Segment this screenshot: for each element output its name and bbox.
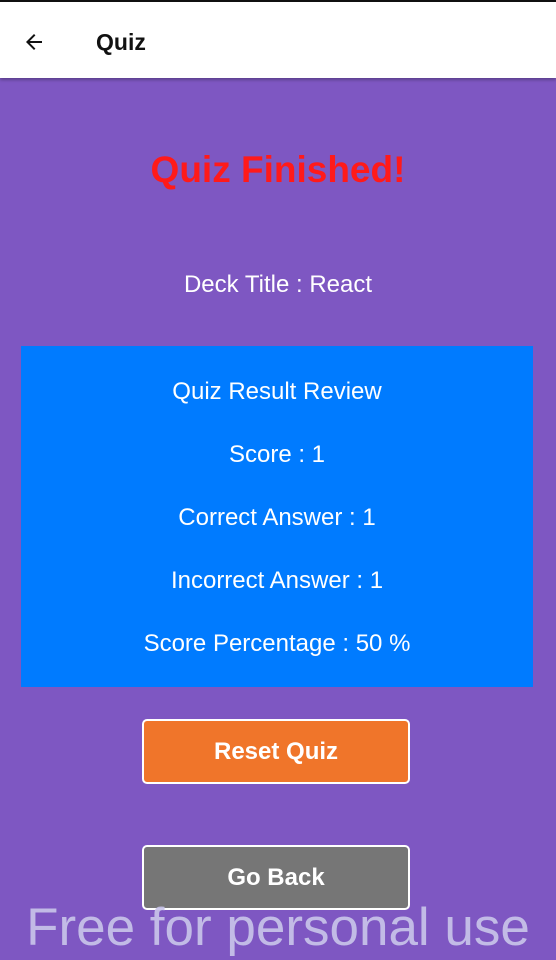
- score-percentage-text: Score Percentage : 50 %: [143, 630, 411, 657]
- incorrect-answer-text: Incorrect Answer : 1: [170, 567, 384, 594]
- arrow-left-icon: [26, 34, 42, 50]
- quiz-finished-heading: Quiz Finished!: [150, 149, 406, 190]
- app-header: Quiz: [0, 2, 556, 78]
- page-title: Quiz: [96, 29, 146, 55]
- deck-title: Deck Title : React: [183, 271, 373, 298]
- result-review-title: Quiz Result Review: [172, 378, 382, 405]
- score-text: Score : 1: [228, 441, 326, 468]
- go-back-button[interactable]: Go Back: [142, 845, 410, 910]
- quiz-result-screen: Quiz Quiz Finished! Deck Title : React Q…: [0, 0, 556, 960]
- result-review-panel: Quiz Result Review Score : 1 Correct Ans…: [21, 346, 533, 687]
- back-button[interactable]: [14, 22, 54, 62]
- correct-answer-text: Correct Answer : 1: [178, 504, 376, 531]
- reset-quiz-button[interactable]: Reset Quiz: [142, 719, 410, 784]
